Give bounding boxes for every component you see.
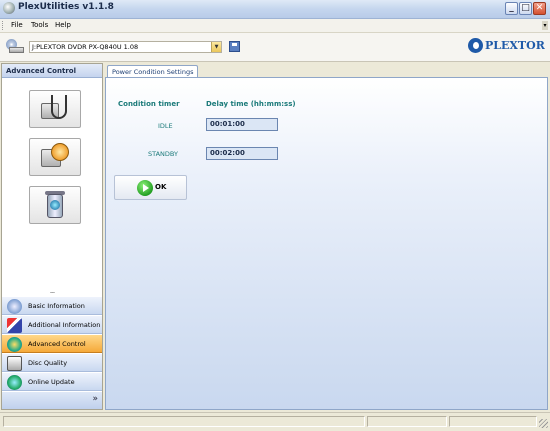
app-window: PlexUtilities v1.1.8 _ □ ✕ File Tools He… [0,0,550,431]
plextor-logo: PLEXTOR [468,38,545,56]
tool-button-speed-settings[interactable] [29,138,81,176]
plextor-logo-text: PLEXTOR [485,39,545,52]
idle-time-field[interactable]: 00:01:00 [206,118,278,131]
title-bar[interactable]: PlexUtilities v1.1.8 _ □ ✕ [0,0,550,19]
globe-icon [7,375,22,390]
sidebar-item-disc-quality[interactable]: Disc Quality [2,353,102,372]
menu-file[interactable]: File [11,21,23,29]
sidebar-item-label: Online Update [28,378,75,386]
sidebar-item-label: Additional Information [28,321,101,329]
menu-overflow-icon[interactable]: ▾ [542,21,548,30]
status-segment-2 [367,416,447,427]
menu-grip [2,21,5,30]
drive-select-value: J:PLEXTOR DVDR PX-Q840U 1.08 [32,43,139,51]
sidebar: Advanced Control ........ Basic Informat… [1,63,103,410]
sidebar-item-label: Basic Information [28,302,85,310]
menu-bar: File Tools Help ▾ [0,19,550,33]
recycle-bin-icon [41,191,69,219]
sidebar-item-advanced-control[interactable]: Advanced Control [2,334,102,353]
menu-help[interactable]: Help [55,21,71,29]
status-segment-main [3,416,365,427]
sidebar-header: Advanced Control [2,64,102,78]
idle-label: IDLE [158,122,173,130]
minimize-button[interactable]: _ [505,2,518,15]
maximize-button[interactable]: □ [519,2,532,15]
tool-button-drive-diagnostics[interactable] [29,90,81,128]
speed-gauge-drive-icon [41,143,69,171]
sidebar-item-basic-information[interactable]: Basic Information [2,296,102,315]
additional-info-icon [7,318,22,333]
delay-time-header: Delay time (hh:mm:ss) [206,100,296,108]
advanced-control-icon [7,337,22,352]
play-icon [137,180,153,196]
status-segment-3 [449,416,537,427]
standby-time-field[interactable]: 00:02:00 [206,147,278,160]
info-icon [7,299,22,314]
condition-timer-header: Condition timer [118,100,180,108]
tool-button-erase[interactable] [29,186,81,224]
sidebar-item-label: Disc Quality [28,359,68,367]
drive-select[interactable]: J:PLEXTOR DVDR PX-Q840U 1.08 ▼ [29,41,222,53]
power-condition-panel: Condition timer Delay time (hh:mm:ss) ID… [105,77,548,410]
window-title: PlexUtilities v1.1.8 [18,2,114,12]
plextor-logo-mark-icon [468,38,483,53]
app-icon[interactable] [3,2,15,14]
standby-label: STANDBY [148,150,178,158]
sidebar-item-label: Advanced Control [28,340,86,348]
optical-drive-icon [5,39,25,53]
sidebar-item-online-update[interactable]: Online Update [2,372,102,391]
sidebar-item-additional-information[interactable]: Additional Information [2,315,102,334]
save-icon[interactable] [229,41,240,52]
chevron-down-icon[interactable]: ▼ [211,42,221,52]
status-bar [0,412,550,431]
close-button[interactable]: ✕ [533,2,546,15]
sidebar-splitter[interactable]: ........ [2,290,102,295]
stethoscope-drive-icon [41,95,69,123]
ok-button[interactable]: OK [114,175,187,200]
ok-label: OK [155,183,167,191]
menu-tools[interactable]: Tools [31,21,48,29]
sidebar-footer: » [2,392,102,409]
tab-strip: Power Condition Settings [105,63,548,78]
resize-grip-icon[interactable] [539,419,548,428]
disc-quality-icon [7,356,22,371]
chevron-double-down-icon[interactable]: » [92,394,98,404]
